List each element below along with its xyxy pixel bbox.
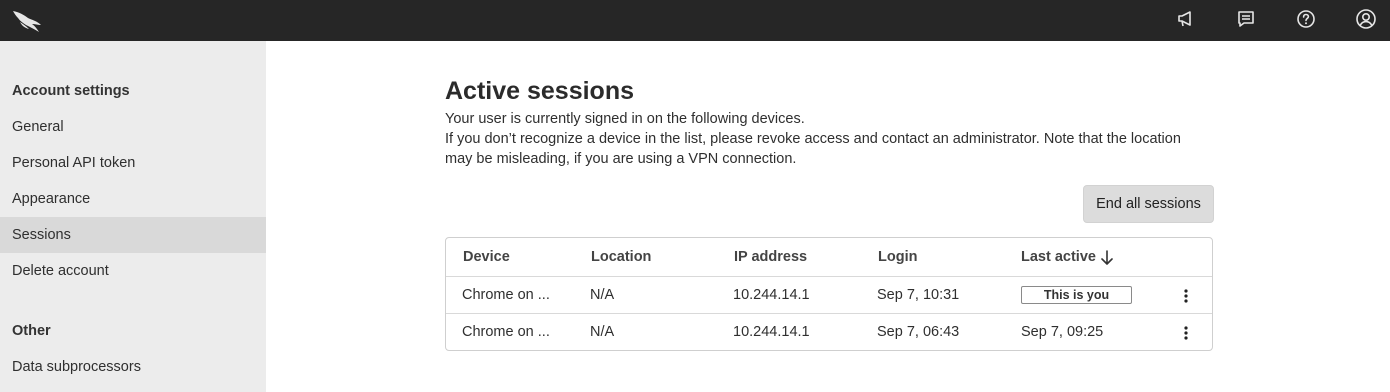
feedback-icon[interactable] bbox=[1235, 8, 1257, 30]
table-header: Device Location IP address Login Last ac… bbox=[446, 238, 1212, 277]
description-line-3: may be misleading, if you are using a VP… bbox=[445, 151, 797, 167]
table-row: Chrome on ... N/A 10.244.14.1 Sep 7, 10:… bbox=[446, 277, 1212, 314]
falcon-logo-icon[interactable] bbox=[10, 8, 46, 34]
more-options-icon[interactable] bbox=[1176, 286, 1196, 306]
end-all-sessions-button[interactable]: End all sessions bbox=[1083, 185, 1214, 223]
column-header-location[interactable]: Location bbox=[591, 249, 651, 265]
cell-ip-address: 10.244.14.1 bbox=[733, 324, 810, 340]
user-profile-icon[interactable] bbox=[1355, 8, 1377, 30]
cell-ip-address: 10.244.14.1 bbox=[733, 287, 810, 303]
page-title: Active sessions bbox=[445, 77, 634, 105]
description-line-2: If you don’t recognize a device in the l… bbox=[445, 131, 1181, 147]
sidebar-item-sessions[interactable]: Sessions bbox=[0, 217, 266, 253]
sort-descending-arrow-icon[interactable] bbox=[1100, 249, 1114, 272]
sidebar-item-appearance[interactable]: Appearance bbox=[0, 181, 266, 217]
column-header-login[interactable]: Login bbox=[878, 249, 917, 265]
table-row: Chrome on ... N/A 10.244.14.1 Sep 7, 06:… bbox=[446, 314, 1212, 351]
more-options-icon[interactable] bbox=[1176, 323, 1196, 343]
cell-device: Chrome on ... bbox=[462, 287, 550, 303]
cell-device: Chrome on ... bbox=[462, 324, 550, 340]
column-header-last-active[interactable]: Last active bbox=[1021, 249, 1096, 265]
sidebar-item-personal-api-token[interactable]: Personal API token bbox=[0, 145, 266, 181]
sidebar-item-delete-account[interactable]: Delete account bbox=[0, 253, 266, 289]
announcement-icon[interactable] bbox=[1175, 8, 1197, 30]
cell-login: Sep 7, 06:43 bbox=[877, 324, 960, 340]
top-bar bbox=[0, 0, 1390, 41]
column-header-device[interactable]: Device bbox=[463, 249, 510, 265]
sessions-table: Device Location IP address Login Last ac… bbox=[445, 237, 1213, 351]
cell-login: Sep 7, 10:31 bbox=[877, 287, 960, 303]
sidebar-heading-other: Other bbox=[12, 323, 51, 339]
cell-location: N/A bbox=[590, 324, 615, 340]
sidebar-item-general[interactable]: General bbox=[0, 109, 266, 145]
sidebar-heading-account-settings: Account settings bbox=[12, 83, 130, 99]
column-header-ip-address[interactable]: IP address bbox=[734, 249, 807, 265]
settings-sidebar: Account settings General Personal API to… bbox=[0, 41, 266, 392]
sidebar-item-data-subprocessors[interactable]: Data subprocessors bbox=[0, 349, 266, 385]
cell-location: N/A bbox=[590, 287, 615, 303]
this-is-you-badge: This is you bbox=[1021, 286, 1132, 304]
cell-last-active: Sep 7, 09:25 bbox=[1021, 324, 1104, 340]
help-icon[interactable] bbox=[1295, 8, 1317, 30]
description-line-1: Your user is currently signed in on the … bbox=[445, 111, 805, 127]
